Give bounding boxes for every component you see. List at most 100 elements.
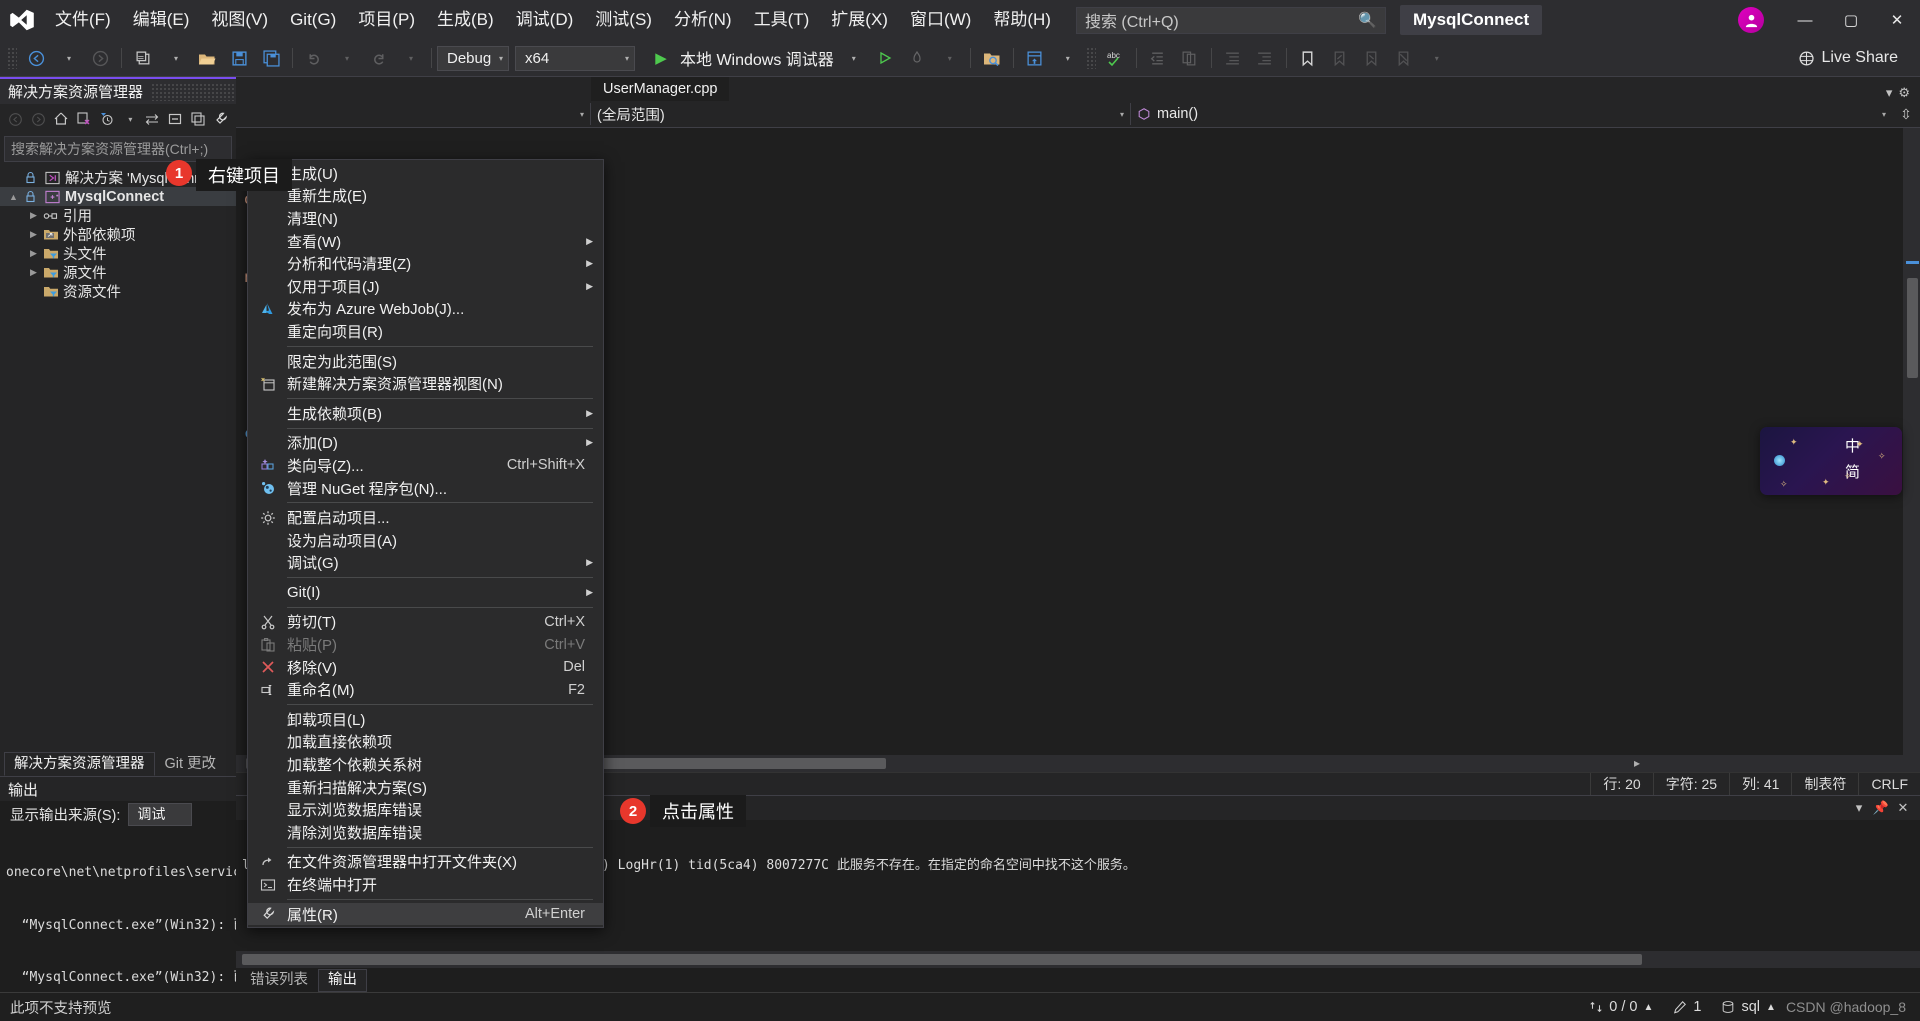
ctx-item-add[interactable]: 添加(D) ▶ xyxy=(248,432,603,455)
solution-platform-select[interactable]: x64 ▾ xyxy=(515,45,635,71)
bookmark-clear-icon[interactable] xyxy=(1388,44,1420,72)
output-source-select[interactable]: 调试 xyxy=(128,802,193,826)
tree-row-source-files[interactable]: ▶ 源文件 xyxy=(0,263,236,282)
tree-expander[interactable]: ▶ xyxy=(26,210,41,221)
tree-expander[interactable]: ▶ xyxy=(26,229,41,240)
open-file-icon[interactable] xyxy=(191,44,223,72)
live-share-button[interactable]: Live Share xyxy=(1798,49,1917,67)
ctx-item-debug[interactable]: 调试(G) ▶ xyxy=(248,552,603,575)
tree-expander-project[interactable]: ▲ xyxy=(6,192,21,202)
minimize-button[interactable]: — xyxy=(1782,0,1828,40)
sync-icon[interactable] xyxy=(142,107,163,131)
status-source-control-changes[interactable]: 0 / 0 ▲ xyxy=(1579,999,1663,1015)
ctx-item-load-entire-dependency-tree[interactable]: 加载整个依赖关系树 xyxy=(248,753,603,776)
redo-dropdown-icon[interactable]: ▾ xyxy=(394,44,426,72)
ctx-item-scope-to-this[interactable]: 限定为此范围(S) xyxy=(248,350,603,373)
chevron-down-icon[interactable]: ▾ xyxy=(1848,800,1870,816)
tab-output[interactable]: 输出 xyxy=(318,969,367,992)
scrollbar-thumb[interactable] xyxy=(1907,278,1918,378)
menu-git[interactable]: Git(G) xyxy=(279,0,347,40)
ctx-item-build[interactable]: 生成(U) xyxy=(248,162,603,185)
ctx-item-publish-azure-webjob[interactable]: 发布为 Azure WebJob(J)... xyxy=(248,298,603,321)
menu-extensions[interactable]: 扩展(X) xyxy=(820,0,899,40)
start-debugging-label[interactable]: 本地 Windows 调试器 xyxy=(680,46,834,70)
redo-icon[interactable] xyxy=(362,44,394,72)
menu-build[interactable]: 生成(B) xyxy=(426,0,505,40)
properties-icon[interactable] xyxy=(210,107,231,131)
tab-error-list[interactable]: 错误列表 xyxy=(240,969,318,992)
maximize-button[interactable]: ▢ xyxy=(1828,0,1874,40)
ctx-item-build-dependencies[interactable]: 生成依赖项(B) ▶ xyxy=(248,402,603,425)
bookmark-icon[interactable] xyxy=(1292,44,1324,72)
spellcheck-icon[interactable]: abc xyxy=(1099,44,1131,72)
ctx-item-unload-project[interactable]: 卸载项目(L) xyxy=(248,708,603,731)
start-debugging-dropdown-icon[interactable]: ▾ xyxy=(837,44,869,72)
global-search-input[interactable]: 搜索 (Ctrl+Q) 🔍 xyxy=(1075,6,1386,34)
ctx-item-clear-browsing-database-errors[interactable]: 清除浏览数据库错误 xyxy=(248,821,603,844)
save-icon[interactable] xyxy=(223,44,255,72)
tree-row-resource-files[interactable]: 资源文件 xyxy=(0,282,236,301)
collapse-all-icon[interactable] xyxy=(165,107,186,131)
nav-member-select[interactable]: main() ▾ xyxy=(1131,103,1892,125)
account-avatar[interactable] xyxy=(1738,7,1764,33)
tab-git-changes[interactable]: Git 更改 xyxy=(155,752,227,776)
output-hscrollbar-thumb[interactable] xyxy=(242,954,1642,965)
indent-more-icon[interactable] xyxy=(1249,44,1281,72)
ctx-item-git[interactable]: Git(I) ▶ xyxy=(248,581,603,604)
ctx-item-rebuild[interactable]: 重新生成(E) xyxy=(248,185,603,208)
ctx-item-remove[interactable]: 移除(V) Del xyxy=(248,656,603,679)
start-without-debugging-icon[interactable] xyxy=(869,44,901,72)
ctx-item-rescan-solution[interactable]: 重新扫描解决方案(S) xyxy=(248,776,603,799)
editor-vertical-scrollbar[interactable] xyxy=(1903,128,1920,755)
project-context-menu[interactable]: 生成(U) 重新生成(E) 清理(N) 查看(W) ▶ 分析和代码清理(Z) ▶ xyxy=(247,159,604,929)
tab-overflow-icon[interactable]: ▾ xyxy=(1886,85,1893,101)
editor-tab-usermanager-cpp[interactable]: UserManager.cpp xyxy=(591,77,730,101)
status-language[interactable]: sql ▲ xyxy=(1711,999,1785,1015)
show-all-files-icon[interactable] xyxy=(187,107,208,131)
ctx-item-view[interactable]: 查看(W) ▶ xyxy=(248,230,603,253)
bookmark-prev-icon[interactable] xyxy=(1324,44,1356,72)
status-pending-edits[interactable]: 1 xyxy=(1663,999,1711,1015)
undo-dropdown-icon[interactable]: ▾ xyxy=(330,44,362,72)
tree-expander[interactable]: ▶ xyxy=(26,267,41,278)
menu-edit[interactable]: 编辑(E) xyxy=(122,0,201,40)
home-icon[interactable] xyxy=(51,107,72,131)
window-layout-dropdown-icon[interactable]: ▾ xyxy=(1051,44,1083,72)
save-all-icon[interactable] xyxy=(255,44,287,72)
menu-help[interactable]: 帮助(H) xyxy=(982,0,1062,40)
menu-debug[interactable]: 调试(D) xyxy=(505,0,585,40)
undo-icon[interactable] xyxy=(298,44,330,72)
menu-test[interactable]: 测试(S) xyxy=(584,0,663,40)
ctx-item-load-direct-dependencies[interactable]: 加载直接依赖项 xyxy=(248,731,603,754)
menu-file[interactable]: 文件(F) xyxy=(44,0,122,40)
menu-bar[interactable]: 文件(F) 编辑(E) 视图(V) Git(G) 项目(P) 生成(B) 调试(… xyxy=(44,0,1062,40)
hot-reload-dropdown-icon[interactable]: ▾ xyxy=(933,44,965,72)
hot-reload-icon[interactable] xyxy=(901,44,933,72)
indent-less-icon[interactable] xyxy=(1217,44,1249,72)
ctx-item-clean[interactable]: 清理(N) xyxy=(248,207,603,230)
pin-icon[interactable]: 📌 xyxy=(1870,800,1892,816)
toolbar-grip-2[interactable] xyxy=(1085,47,1096,69)
ime-language-bar[interactable]: 中 简 ✦ ✦ ✧ ✦ ✧ ✧ xyxy=(1760,427,1902,495)
close-icon[interactable]: ✕ xyxy=(1892,800,1914,816)
nav-project-select[interactable]: ▾ xyxy=(236,103,591,125)
ctx-item-project-only[interactable]: 仅用于项目(J) ▶ xyxy=(248,275,603,298)
comment-icon[interactable] xyxy=(1174,44,1206,72)
navigate-back-dropdown-icon[interactable]: ▾ xyxy=(52,44,84,72)
ctx-item-class-wizard[interactable]: 类向导(Z)... Ctrl+Shift+X xyxy=(248,454,603,477)
pending-changes-icon[interactable] xyxy=(73,107,94,131)
split-editor-icon[interactable]: ⇳ xyxy=(1892,106,1920,123)
menu-tools[interactable]: 工具(T) xyxy=(743,0,821,40)
start-debugging-icon[interactable]: ▶ xyxy=(645,44,677,72)
nav-scope-select[interactable]: (全局范围) ▾ xyxy=(591,103,1131,125)
bookmark-next-icon[interactable] xyxy=(1356,44,1388,72)
indent-decrease-icon[interactable] xyxy=(1142,44,1174,72)
ctx-item-set-as-startup-project[interactable]: 设为启动项目(A) xyxy=(248,529,603,552)
new-project-dropdown-icon[interactable]: ▾ xyxy=(159,44,191,72)
solution-configuration-select[interactable]: Debug ▾ xyxy=(437,45,509,71)
ctx-item-show-browsing-database-errors[interactable]: 显示浏览数据库错误 xyxy=(248,798,603,821)
menu-project[interactable]: 项目(P) xyxy=(347,0,426,40)
pending-changes-filter-icon[interactable] xyxy=(96,107,117,131)
toolbar-grip[interactable] xyxy=(7,47,17,69)
navigate-forward-icon[interactable] xyxy=(84,44,116,72)
